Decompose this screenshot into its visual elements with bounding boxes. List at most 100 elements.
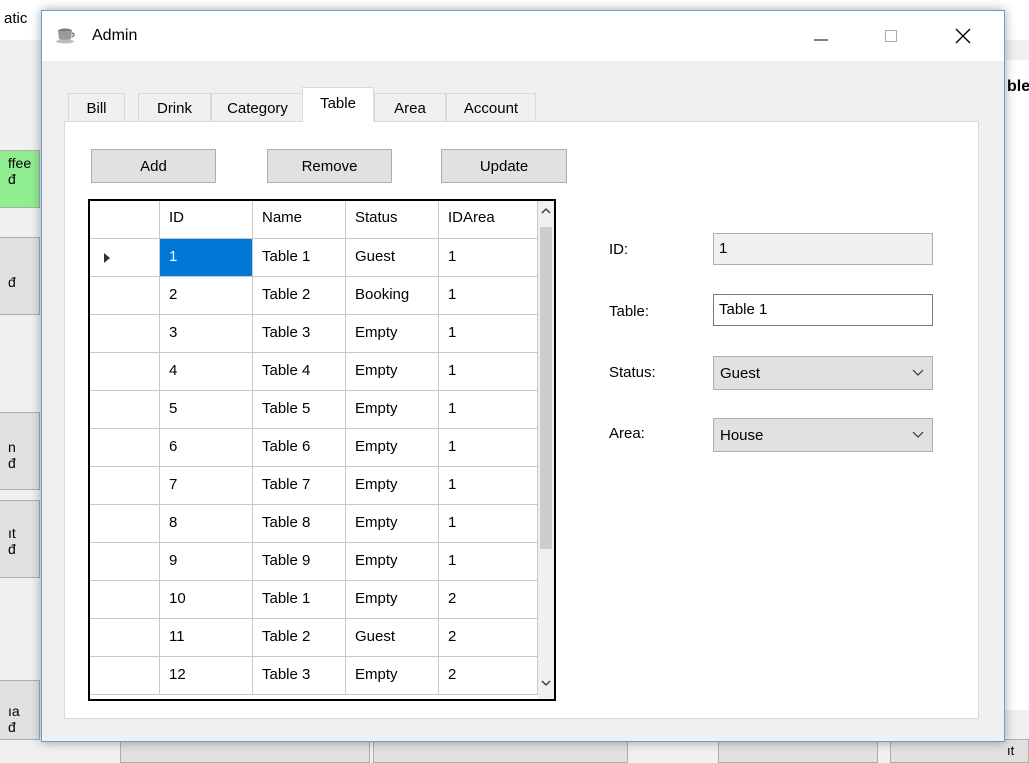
cell-id[interactable]: 11 (160, 619, 253, 657)
cell-id[interactable]: 10 (160, 581, 253, 619)
title-bar[interactable]: Admin (42, 11, 1004, 61)
table-row[interactable]: 9 Table 9 Empty 1 (90, 543, 538, 581)
row-selector[interactable] (90, 239, 160, 277)
update-button[interactable]: Update (441, 149, 567, 183)
tab-table[interactable]: Table (302, 87, 374, 122)
cell-idarea[interactable]: 1 (439, 391, 538, 429)
cell-id[interactable]: 7 (160, 467, 253, 505)
scroll-down-button[interactable] (538, 677, 554, 697)
cell-status[interactable]: Empty (346, 467, 439, 505)
background-table-button[interactable]: đ (0, 237, 40, 315)
cell-id[interactable]: 5 (160, 391, 253, 429)
cell-idarea[interactable]: 1 (439, 429, 538, 467)
grid-vertical-scrollbar[interactable] (538, 201, 554, 699)
cell-name[interactable]: Table 7 (253, 467, 346, 505)
header-cell-idarea[interactable]: IDArea (439, 201, 538, 239)
row-selector[interactable] (90, 353, 160, 391)
row-selector[interactable] (90, 543, 160, 581)
cell-id[interactable]: 9 (160, 543, 253, 581)
row-selector[interactable] (90, 391, 160, 429)
cell-idarea[interactable]: 1 (439, 543, 538, 581)
row-selector[interactable] (90, 581, 160, 619)
cell-name[interactable]: Table 4 (253, 353, 346, 391)
cell-status[interactable]: Empty (346, 543, 439, 581)
row-selector[interactable] (90, 315, 160, 353)
row-selector[interactable] (90, 467, 160, 505)
cell-id[interactable]: 3 (160, 315, 253, 353)
cell-status[interactable]: Empty (346, 353, 439, 391)
remove-button[interactable]: Remove (267, 149, 392, 183)
cell-id[interactable]: 2 (160, 277, 253, 315)
cell-idarea[interactable]: 2 (439, 581, 538, 619)
cell-idarea[interactable]: 1 (439, 467, 538, 505)
header-cell-name[interactable]: Name (253, 201, 346, 239)
cell-name[interactable]: Table 8 (253, 505, 346, 543)
header-cell-status[interactable]: Status (346, 201, 439, 239)
cell-status[interactable]: Guest (346, 239, 439, 277)
table-row[interactable]: 1 Table 1 Guest 1 (90, 239, 538, 277)
background-table-button[interactable]: ıt đ (0, 500, 40, 578)
row-selector[interactable] (90, 277, 160, 315)
table-row[interactable]: 2 Table 2 Booking 1 (90, 277, 538, 315)
scroll-thumb[interactable] (540, 227, 552, 549)
background-table-button[interactable]: n đ (0, 412, 40, 490)
cell-status[interactable]: Empty (346, 429, 439, 467)
cell-idarea[interactable]: 1 (439, 315, 538, 353)
cell-status[interactable]: Booking (346, 277, 439, 315)
cell-id[interactable]: 8 (160, 505, 253, 543)
tab-category[interactable]: Category (211, 93, 304, 121)
header-cell-id[interactable]: ID (160, 201, 253, 239)
maximize-button[interactable] (868, 11, 914, 61)
cell-name[interactable]: Table 1 (253, 239, 346, 277)
add-button[interactable]: Add (91, 149, 216, 183)
cell-idarea[interactable]: 1 (439, 239, 538, 277)
cell-name[interactable]: Table 2 (253, 619, 346, 657)
cell-idarea[interactable]: 2 (439, 619, 538, 657)
id-field[interactable]: 1 (713, 233, 933, 265)
table-name-field[interactable]: Table 1 (713, 294, 933, 326)
table-row[interactable]: 11 Table 2 Guest 2 (90, 619, 538, 657)
cell-id[interactable]: 12 (160, 657, 253, 695)
table-row[interactable]: 5 Table 5 Empty 1 (90, 391, 538, 429)
minimize-button[interactable] (798, 11, 844, 61)
background-bottom-button[interactable] (120, 739, 370, 763)
cell-idarea[interactable]: 1 (439, 505, 538, 543)
tab-drink[interactable]: Drink (138, 93, 211, 121)
background-bottom-button[interactable] (373, 739, 628, 763)
cell-status[interactable]: Guest (346, 619, 439, 657)
cell-name[interactable]: Table 6 (253, 429, 346, 467)
cell-id[interactable]: 6 (160, 429, 253, 467)
row-selector[interactable] (90, 505, 160, 543)
cell-status[interactable]: Empty (346, 581, 439, 619)
cell-status[interactable]: Empty (346, 315, 439, 353)
table-row[interactable]: 6 Table 6 Empty 1 (90, 429, 538, 467)
tab-account[interactable]: Account (446, 93, 536, 121)
tab-bill[interactable]: Bill (68, 93, 125, 121)
cell-name[interactable]: Table 3 (253, 657, 346, 695)
table-row[interactable]: 7 Table 7 Empty 1 (90, 467, 538, 505)
cell-status[interactable]: Empty (346, 505, 439, 543)
cell-idarea[interactable]: 1 (439, 277, 538, 315)
cell-name[interactable]: Table 5 (253, 391, 346, 429)
close-button[interactable] (940, 11, 986, 61)
cell-status[interactable]: Empty (346, 391, 439, 429)
cell-idarea[interactable]: 1 (439, 353, 538, 391)
cell-name[interactable]: Table 9 (253, 543, 346, 581)
table-row[interactable]: 8 Table 8 Empty 1 (90, 505, 538, 543)
cell-id[interactable]: 1 (160, 239, 253, 277)
cell-id[interactable]: 4 (160, 353, 253, 391)
cell-name[interactable]: Table 1 (253, 581, 346, 619)
cell-name[interactable]: Table 2 (253, 277, 346, 315)
row-selector[interactable] (90, 429, 160, 467)
area-dropdown[interactable]: House (713, 418, 933, 452)
table-row[interactable]: 3 Table 3 Empty 1 (90, 315, 538, 353)
background-bottom-button[interactable]: ıt (890, 739, 1029, 763)
background-bottom-button[interactable] (718, 739, 878, 763)
tables-data-grid[interactable]: ID Name Status IDArea 1 Table 1 Guest 1 2 Tab… (88, 199, 556, 701)
cell-name[interactable]: Table 3 (253, 315, 346, 353)
background-table-button[interactable]: ffee đ (0, 150, 40, 208)
status-dropdown[interactable]: Guest (713, 356, 933, 390)
tab-area[interactable]: Area (374, 93, 446, 121)
cell-idarea[interactable]: 2 (439, 657, 538, 695)
table-row[interactable]: 4 Table 4 Empty 1 (90, 353, 538, 391)
